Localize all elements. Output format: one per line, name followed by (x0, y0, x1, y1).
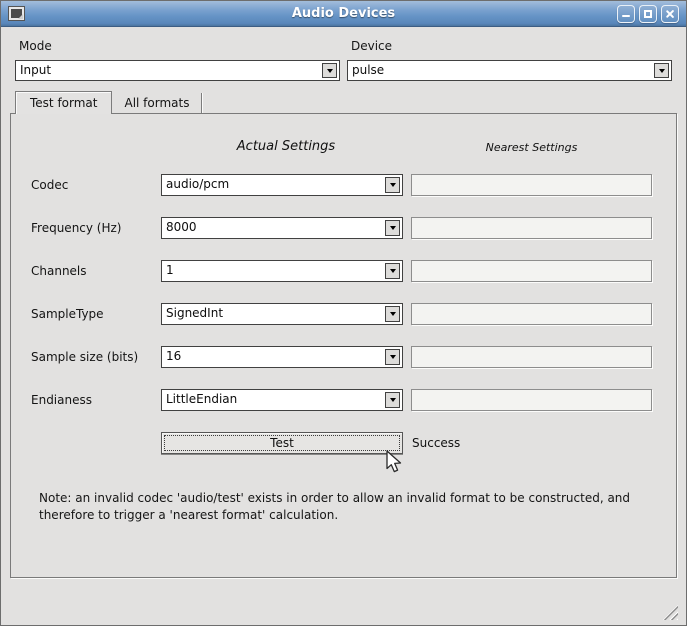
test-status-text: Success (411, 436, 652, 450)
frequency-combobox[interactable]: 8000 (161, 217, 403, 239)
endianess-label: Endianess (31, 389, 161, 411)
sampletype-combobox[interactable]: SignedInt (161, 303, 403, 325)
mode-device-form: Mode Input Device pulse (15, 37, 672, 81)
channels-label: Channels (31, 260, 161, 282)
samplesize-combobox[interactable]: 16 (161, 346, 403, 368)
format-tabs: Test format All formats (15, 91, 677, 113)
device-label: Device (351, 39, 672, 53)
tab-test-format[interactable]: Test format (15, 91, 112, 114)
actual-settings-header: Actual Settings (165, 139, 407, 154)
row-samplesize: Sample size (bits) 16 (31, 346, 676, 368)
row-codec: Codec audio/pcm (31, 174, 676, 196)
codec-combobox-value: audio/pcm (162, 175, 385, 195)
device-combobox-value: pulse (348, 61, 654, 80)
samplesize-combobox-value: 16 (162, 347, 385, 367)
column-headers: Actual Settings Nearest Settings (31, 138, 676, 154)
row-sampletype: SampleType SignedInt (31, 303, 676, 325)
audio-devices-window: Audio Devices Mode Input Device pulse (0, 0, 687, 626)
nearest-settings-header: Nearest Settings (486, 141, 578, 154)
frequency-combobox-value: 8000 (162, 218, 385, 238)
device-column: Device pulse (347, 37, 672, 81)
nearest-frequency-field (411, 217, 652, 239)
endianess-combobox-value: LittleEndian (162, 390, 385, 410)
dropdown-arrow-icon[interactable] (385, 263, 400, 279)
nearest-endianess-field (411, 389, 652, 411)
mode-combobox-value: Input (16, 61, 322, 80)
frequency-label: Frequency (Hz) (31, 217, 161, 239)
dropdown-arrow-icon[interactable] (322, 63, 337, 78)
channels-combobox-value: 1 (162, 261, 385, 281)
mode-label: Mode (19, 39, 340, 53)
nearest-samplesize-field (411, 346, 652, 368)
dropdown-arrow-icon[interactable] (385, 306, 400, 322)
test-format-panel: Actual Settings Nearest Settings Codec a… (10, 113, 677, 578)
close-icon (665, 9, 675, 19)
nearest-channels-field (411, 260, 652, 282)
nearest-codec-field (411, 174, 652, 196)
titlebar[interactable]: Audio Devices (1, 1, 686, 27)
sampletype-label: SampleType (31, 303, 161, 325)
test-row: Test Success (31, 432, 676, 454)
window-body: Mode Input Device pulse Test format All … (1, 27, 686, 626)
samplesize-label: Sample size (bits) (31, 346, 161, 368)
window-title: Audio Devices (1, 6, 686, 21)
codec-label: Codec (31, 174, 161, 196)
mode-column: Mode Input (15, 37, 340, 81)
test-button[interactable]: Test (161, 432, 403, 454)
channels-combobox[interactable]: 1 (161, 260, 403, 282)
endianess-combobox[interactable]: LittleEndian (161, 389, 403, 411)
dropdown-arrow-icon[interactable] (385, 349, 400, 365)
dropdown-arrow-icon[interactable] (654, 63, 669, 78)
mode-combobox[interactable]: Input (15, 60, 340, 81)
dropdown-arrow-icon[interactable] (385, 177, 400, 193)
note-text: Note: an invalid codec 'audio/test' exis… (39, 490, 654, 524)
tab-all-formats[interactable]: All formats (112, 93, 202, 113)
sampletype-combobox-value: SignedInt (162, 304, 385, 324)
dropdown-arrow-icon[interactable] (385, 220, 400, 236)
device-combobox[interactable]: pulse (347, 60, 672, 81)
codec-combobox[interactable]: audio/pcm (161, 174, 403, 196)
row-endianess: Endianess LittleEndian (31, 389, 676, 411)
row-channels: Channels 1 (31, 260, 676, 282)
row-frequency: Frequency (Hz) 8000 (31, 217, 676, 239)
nearest-sampletype-field (411, 303, 652, 325)
dropdown-arrow-icon[interactable] (385, 392, 400, 408)
